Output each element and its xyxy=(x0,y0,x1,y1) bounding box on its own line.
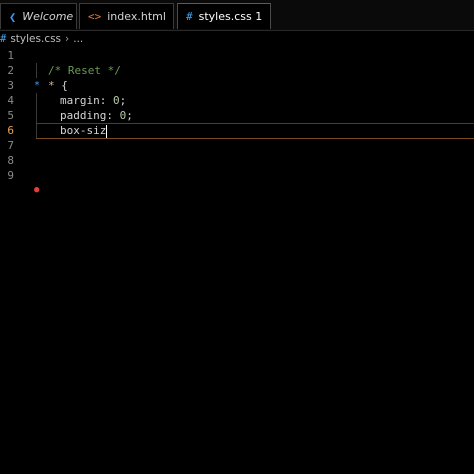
code-line: 1 xyxy=(0,48,474,63)
vscode-icon: ❮ xyxy=(9,9,17,24)
code-brace: { xyxy=(54,79,68,92)
tab-welcome[interactable]: ❮ Welcome xyxy=(0,3,77,29)
tab-label: index.html xyxy=(107,10,166,23)
line-number: 4 xyxy=(7,94,14,107)
line-number: 3 xyxy=(7,79,14,92)
breadcrumb-more[interactable]: ... xyxy=(73,33,83,45)
code-text: box-siz xyxy=(60,123,108,138)
line-number: 7 xyxy=(7,139,14,152)
tab-index-html[interactable]: <> index.html xyxy=(79,3,174,29)
code-line: 3 * * { xyxy=(0,78,474,93)
code-line: 6 box-siz xyxy=(0,123,474,138)
breadcrumb: # styles.css › ... xyxy=(0,31,474,47)
text-cursor xyxy=(106,124,108,138)
line-number: 1 xyxy=(7,49,14,62)
line-number: 9 xyxy=(7,169,14,182)
line-number: 6 xyxy=(7,124,14,137)
css-property: margin: xyxy=(60,94,113,107)
css-property: padding: xyxy=(60,109,120,122)
code-text: * { xyxy=(48,78,68,93)
css-icon: # xyxy=(186,10,193,23)
code-line: ● xyxy=(0,183,474,198)
code-text: padding: 0; xyxy=(60,108,133,123)
code-editor[interactable]: 1 2 /* Reset */ 3 * * { 4 margin: 0; 5 p… xyxy=(0,48,474,474)
code-line: 5 padding: 0; xyxy=(0,108,474,123)
line-number: 8 xyxy=(7,154,14,167)
code-line: 2 /* Reset */ xyxy=(0,63,474,78)
css-value: 0 xyxy=(112,94,120,107)
code-line: 8 xyxy=(0,153,474,168)
code-line: 7 xyxy=(0,138,474,153)
css-icon: # xyxy=(0,33,7,45)
css-semicolon: ; xyxy=(126,109,133,122)
css-semicolon: ; xyxy=(119,94,127,107)
code-line: 9 xyxy=(0,168,474,183)
chevron-right-icon: › xyxy=(65,33,70,45)
code-line: 4 margin: 0; xyxy=(0,93,474,108)
css-selector: * xyxy=(48,79,55,92)
breadcrumb-file[interactable]: styles.css xyxy=(10,33,61,45)
code-text: margin: 0; xyxy=(60,93,126,108)
tab-label: Welcome xyxy=(22,10,74,23)
html-icon: <> xyxy=(88,10,102,23)
error-icon[interactable]: ● xyxy=(34,183,39,198)
code-text: /* Reset */ xyxy=(48,64,121,77)
fold-marker-icon[interactable]: * xyxy=(34,78,40,93)
line-number: 2 xyxy=(7,64,14,77)
tab-styles-css[interactable]: # styles.css 1 xyxy=(177,3,271,29)
line-number: 5 xyxy=(7,109,14,122)
css-property: box-siz xyxy=(60,124,107,137)
tab-label: styles.css 1 xyxy=(198,10,263,23)
tab-bar: ❮ Welcome <> index.html # styles.css 1 xyxy=(0,0,474,31)
